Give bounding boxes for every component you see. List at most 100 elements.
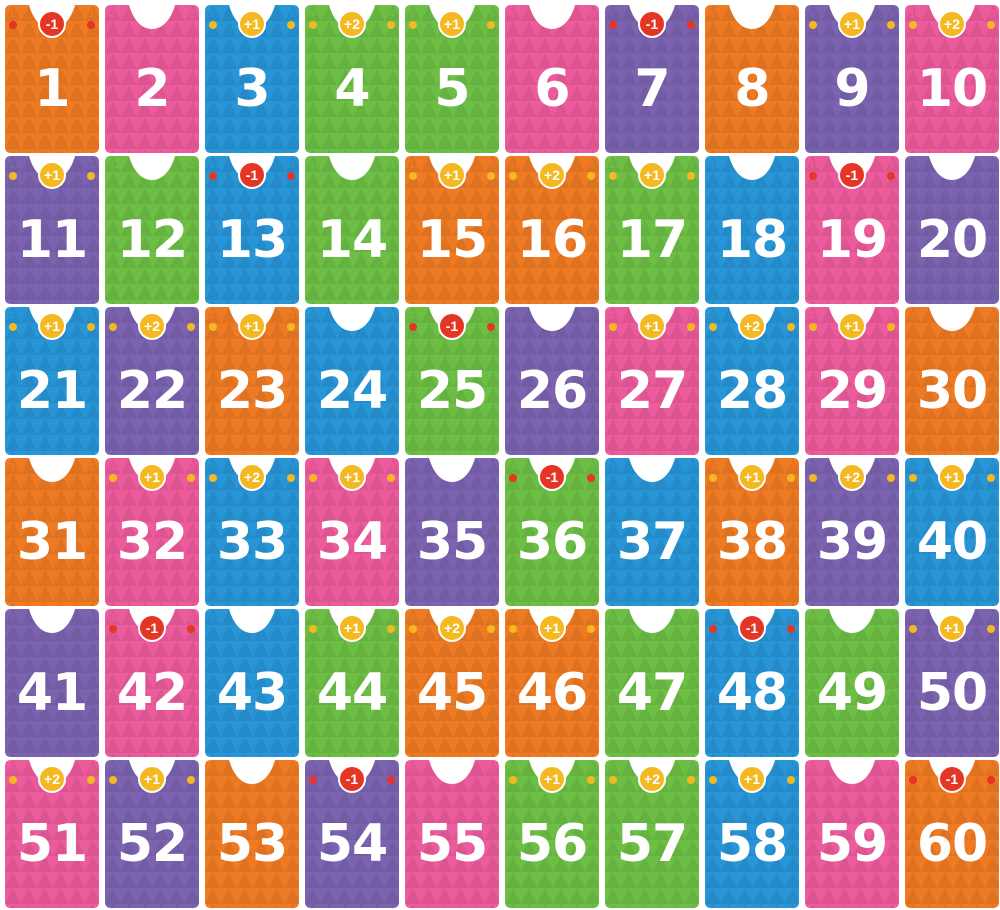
jersey-card-26[interactable]: 26 26 26 bbox=[505, 307, 599, 455]
jersey-card-41[interactable]: 41 41 41 bbox=[5, 609, 99, 757]
corner-number-left: 32 bbox=[109, 461, 121, 482]
jersey-card-47[interactable]: 47 47 47 bbox=[605, 609, 699, 757]
jersey-card-11[interactable]: 11 11 +1 11 bbox=[5, 156, 99, 304]
jersey-card-35[interactable]: 35 35 35 bbox=[405, 458, 499, 606]
jersey-card-50[interactable]: 50 50 +1 50 bbox=[905, 609, 999, 757]
jersey-card-4[interactable]: 4 4 +2 4 bbox=[305, 5, 399, 153]
corner-pip-icon bbox=[809, 323, 817, 331]
jersey-card-24[interactable]: 24 24 24 bbox=[305, 307, 399, 455]
jersey-card-54[interactable]: 54 54 -1 54 bbox=[305, 760, 399, 908]
jersey-card-18[interactable]: 18 18 18 bbox=[705, 156, 799, 304]
jersey-card-31[interactable]: 31 31 31 bbox=[5, 458, 99, 606]
jersey-card-28[interactable]: 28 28 +2 28 bbox=[705, 307, 799, 455]
jersey-card-27[interactable]: 27 27 +1 27 bbox=[605, 307, 699, 455]
corner-pip-icon bbox=[787, 323, 795, 331]
jersey-card-12[interactable]: 12 12 12 bbox=[105, 156, 199, 304]
jersey-card-3[interactable]: 3 3 +1 3 bbox=[205, 5, 299, 153]
jersey-card-8[interactable]: 8 8 8 bbox=[705, 5, 799, 153]
corner-number-right: 40 bbox=[983, 461, 995, 482]
corner-number-left: 26 bbox=[509, 310, 522, 322]
jersey-card-23[interactable]: 23 23 +1 23 bbox=[205, 307, 299, 455]
corner-number-right: 15 bbox=[483, 159, 495, 180]
jersey-number: 34 bbox=[316, 512, 388, 572]
jersey-card-2[interactable]: 2 2 2 bbox=[105, 5, 199, 153]
corner-pip-icon bbox=[109, 776, 117, 784]
jersey-card-15[interactable]: 15 15 +1 15 bbox=[405, 156, 499, 304]
jersey-card-51[interactable]: 51 51 +2 51 bbox=[5, 760, 99, 908]
jersey-number: 43 bbox=[216, 663, 288, 723]
jersey-number: 12 bbox=[116, 210, 188, 270]
corner-pip-icon bbox=[609, 323, 617, 331]
corner-number-left: 16 bbox=[509, 159, 521, 180]
corner-pip-icon bbox=[509, 172, 517, 180]
jersey-card-25[interactable]: 25 25 -1 25 bbox=[405, 307, 499, 455]
modifier-badge: +2 bbox=[38, 765, 66, 793]
jersey-card-48[interactable]: 48 48 -1 48 bbox=[705, 609, 799, 757]
corner-pip-icon bbox=[609, 172, 617, 180]
corner-number-left: 2 bbox=[109, 8, 116, 20]
jersey-card-58[interactable]: 58 58 +1 58 bbox=[705, 760, 799, 908]
jersey-card-9[interactable]: 9 9 +1 9 bbox=[805, 5, 899, 153]
jersey-card-10[interactable]: 10 10 +2 10 bbox=[905, 5, 999, 153]
jersey-card-52[interactable]: 52 52 +1 52 bbox=[105, 760, 199, 908]
jersey-card-37[interactable]: 37 37 37 bbox=[605, 458, 699, 606]
jersey-card-13[interactable]: 13 13 -1 13 bbox=[205, 156, 299, 304]
jersey-card-17[interactable]: 17 17 +1 17 bbox=[605, 156, 699, 304]
jersey-card-55[interactable]: 55 55 55 bbox=[405, 760, 499, 908]
corner-number-right: 42 bbox=[183, 612, 195, 633]
jersey-card-56[interactable]: 56 56 +1 56 bbox=[505, 760, 599, 908]
corner-number-left: 25 bbox=[409, 310, 421, 331]
jersey-card-45[interactable]: 45 45 +2 45 bbox=[405, 609, 499, 757]
jersey-number: 37 bbox=[616, 512, 688, 572]
jersey-card-6[interactable]: 6 6 6 bbox=[505, 5, 599, 153]
jersey-card-44[interactable]: 44 44 +1 44 bbox=[305, 609, 399, 757]
corner-pip-icon bbox=[787, 776, 795, 784]
modifier-badge: +2 bbox=[238, 463, 266, 491]
jersey-card-46[interactable]: 46 46 +1 46 bbox=[505, 609, 599, 757]
jersey-card-30[interactable]: 30 30 30 bbox=[905, 307, 999, 455]
corner-number-right: 19 bbox=[883, 159, 895, 180]
jersey-number: 35 bbox=[416, 512, 488, 572]
jersey-card-33[interactable]: 33 33 +2 33 bbox=[205, 458, 299, 606]
jersey-card-32[interactable]: 32 32 +1 32 bbox=[105, 458, 199, 606]
corner-pip-icon bbox=[187, 625, 195, 633]
corner-number-left: 48 bbox=[709, 612, 721, 633]
jersey-card-42[interactable]: 42 42 -1 42 bbox=[105, 609, 199, 757]
corner-pip-icon bbox=[387, 776, 395, 784]
jersey-card-14[interactable]: 14 14 14 bbox=[305, 156, 399, 304]
jersey-card-36[interactable]: 36 36 -1 36 bbox=[505, 458, 599, 606]
corner-number-left: 30 bbox=[909, 310, 922, 322]
corner-number-right: 38 bbox=[783, 461, 795, 482]
jersey-number: 49 bbox=[816, 663, 888, 723]
jersey-card-20[interactable]: 20 20 20 bbox=[905, 156, 999, 304]
jersey-number: 41 bbox=[16, 663, 88, 723]
corner-number-left: 1 bbox=[9, 8, 17, 29]
jersey-card-34[interactable]: 34 34 +1 34 bbox=[305, 458, 399, 606]
jersey-card-19[interactable]: 19 19 -1 19 bbox=[805, 156, 899, 304]
jersey-card-7[interactable]: 7 7 -1 7 bbox=[605, 5, 699, 153]
corner-number-right: 14 bbox=[382, 159, 395, 171]
modifier-badge: +2 bbox=[738, 312, 766, 340]
jersey-card-43[interactable]: 43 43 43 bbox=[205, 609, 299, 757]
jersey-card-59[interactable]: 59 59 59 bbox=[805, 760, 899, 908]
corner-number-left: 51 bbox=[9, 763, 21, 784]
jersey-card-57[interactable]: 57 57 +2 57 bbox=[605, 760, 699, 908]
modifier-badge: +1 bbox=[538, 765, 566, 793]
jersey-card-5[interactable]: 5 5 +1 5 bbox=[405, 5, 499, 153]
jersey-card-22[interactable]: 22 22 +2 22 bbox=[105, 307, 199, 455]
jersey-card-16[interactable]: 16 16 +2 16 bbox=[505, 156, 599, 304]
jersey-card-53[interactable]: 53 53 53 bbox=[205, 760, 299, 908]
modifier-badge: +1 bbox=[938, 463, 966, 491]
corner-number-right: 30 bbox=[982, 310, 995, 322]
jersey-card-40[interactable]: 40 40 +1 40 bbox=[905, 458, 999, 606]
jersey-card-49[interactable]: 49 49 49 bbox=[805, 609, 899, 757]
corner-number-left: 19 bbox=[809, 159, 821, 180]
jersey-card-38[interactable]: 38 38 +1 38 bbox=[705, 458, 799, 606]
corner-pip-icon bbox=[87, 776, 95, 784]
jersey-card-1[interactable]: 1 1 -1 1 bbox=[5, 5, 99, 153]
corner-number-left: 4 bbox=[309, 8, 317, 29]
jersey-card-21[interactable]: 21 21 +1 21 bbox=[5, 307, 99, 455]
jersey-card-60[interactable]: 60 60 -1 60 bbox=[905, 760, 999, 908]
jersey-card-29[interactable]: 29 29 +1 29 bbox=[805, 307, 899, 455]
jersey-card-39[interactable]: 39 39 +2 39 bbox=[805, 458, 899, 606]
